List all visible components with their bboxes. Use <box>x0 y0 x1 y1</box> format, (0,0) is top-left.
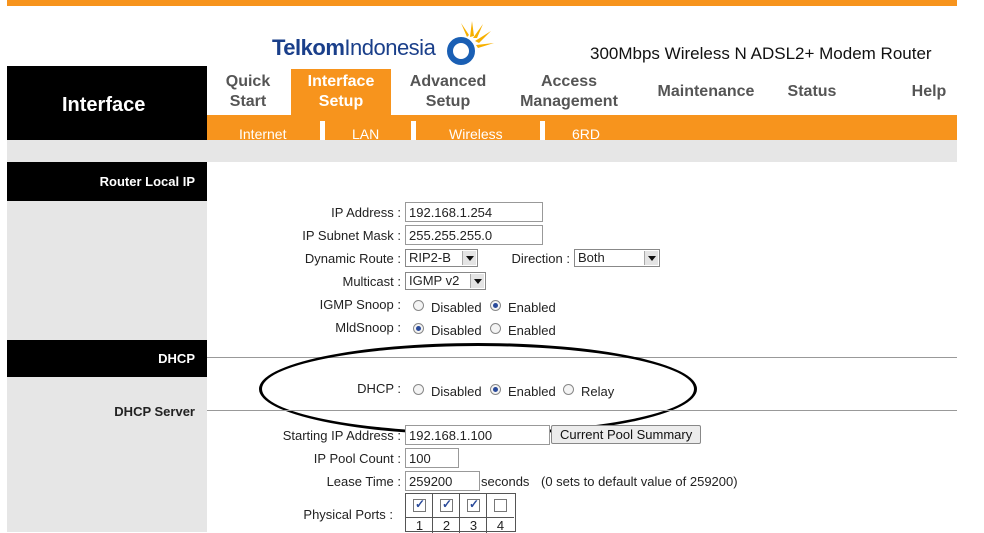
subtab-separator <box>411 121 416 140</box>
tab-label: Help <box>911 83 947 100</box>
section-heading-dhcp-server: DHCP Server <box>114 404 195 419</box>
dynamic-route-select[interactable]: RIP2-B <box>405 249 478 267</box>
telkom-logo: Telkom Indonesia <box>272 21 495 68</box>
product-name: 300Mbps Wireless N ADSL2+ Modem Router <box>590 44 932 63</box>
section-heading-dhcp: DHCP <box>7 340 207 377</box>
mld-snoop-disabled-radio[interactable] <box>413 323 424 334</box>
tab-label-line1: Advanced <box>409 73 487 90</box>
pool-count-label: IP Pool Count : <box>313 451 401 466</box>
highlight-ellipse <box>259 343 697 435</box>
top-accent-bar <box>7 0 957 6</box>
tab-quick-start[interactable]: Quick Start <box>210 69 286 115</box>
tab-label-line2: Setup <box>425 93 471 110</box>
mld-snoop-disabled-text: Disabled <box>431 323 482 338</box>
port-cell: 2 <box>433 494 460 533</box>
tab-label-line1: Quick <box>225 73 271 90</box>
physical-ports-table: 1 2 3 4 <box>405 493 516 533</box>
port-number: 4 <box>487 517 514 533</box>
direction-label: Direction : <box>511 251 570 266</box>
dynamic-route-label: Dynamic Route : <box>304 251 401 266</box>
chevron-down-icon <box>462 251 476 265</box>
nav-section-title: Interface <box>62 94 146 116</box>
logo-word-telkom: Telkom <box>272 35 345 60</box>
igmp-snoop-label: IGMP Snoop : <box>319 297 401 312</box>
port-number: 3 <box>460 517 487 533</box>
pool-count-input[interactable] <box>405 448 459 468</box>
tab-status[interactable]: Status <box>778 69 846 115</box>
dynamic-route-value: RIP2-B <box>409 250 451 265</box>
igmp-snoop-enabled-radio[interactable] <box>490 300 501 311</box>
port-cell: 4 <box>487 494 514 533</box>
multicast-label: Multicast : <box>342 274 401 289</box>
port-2-checkbox[interactable] <box>440 497 453 512</box>
tab-interface-setup[interactable]: Interface Setup <box>291 69 391 115</box>
tab-advanced-setup[interactable]: Advanced Setup <box>400 69 496 115</box>
subtab-separator <box>320 121 325 140</box>
ip-address-label: IP Address : <box>331 205 401 220</box>
igmp-snoop-disabled-text: Disabled <box>431 300 482 315</box>
chevron-down-icon <box>644 251 658 265</box>
subnet-mask-input[interactable] <box>405 225 543 245</box>
starting-ip-input[interactable] <box>405 425 550 445</box>
tab-access-management[interactable]: Access Management <box>512 69 626 115</box>
ip-address-input[interactable] <box>405 202 543 222</box>
tab-label-line1: Access <box>540 73 598 90</box>
port-number: 1 <box>406 517 433 533</box>
section-heading-router-local-ip: Router Local IP <box>7 162 207 201</box>
port-cell: 1 <box>406 494 433 533</box>
physical-ports-label: Physical Ports : <box>303 507 393 522</box>
lease-time-unit: seconds <box>481 474 530 489</box>
mld-snoop-enabled-radio[interactable] <box>490 323 501 334</box>
divider <box>207 410 957 411</box>
igmp-snoop-disabled-radio[interactable] <box>413 300 424 311</box>
igmp-snoop-enabled-text: Enabled <box>508 300 556 315</box>
tab-label-line2: Setup <box>318 93 364 110</box>
tab-label: Maintenance <box>657 83 755 100</box>
logo-word-indonesia: Indonesia <box>344 35 436 60</box>
subnet-mask-label: IP Subnet Mask : <box>302 228 401 243</box>
port-number: 2 <box>433 517 460 533</box>
port-4-checkbox[interactable] <box>494 499 507 512</box>
port-cell: 3 <box>460 494 487 533</box>
lease-time-hint: (0 sets to default value of 259200) <box>541 474 738 489</box>
subtab-separator <box>540 121 545 140</box>
tab-maintenance[interactable]: Maintenance <box>648 69 764 115</box>
chevron-down-icon <box>470 274 484 288</box>
mld-snoop-enabled-text: Enabled <box>508 323 556 338</box>
sun-ring-icon <box>447 21 495 65</box>
tab-label-line1: Interface <box>307 73 375 90</box>
port-1-checkbox[interactable] <box>413 497 426 512</box>
tab-label-line2: Management <box>520 93 618 110</box>
tab-label-line2: Start <box>229 93 267 110</box>
lease-time-input[interactable] <box>405 471 480 491</box>
starting-ip-label: Starting IP Address : <box>282 428 401 443</box>
multicast-value: IGMP v2 <box>409 273 460 288</box>
direction-select[interactable]: Both <box>574 249 660 267</box>
tab-label: Status <box>787 83 837 100</box>
tab-help[interactable]: Help <box>900 69 958 115</box>
multicast-select[interactable]: IGMP v2 <box>405 272 486 290</box>
direction-value: Both <box>578 250 605 265</box>
spacer-band <box>7 140 957 162</box>
mld-snoop-label: MldSnoop : <box>335 320 401 335</box>
port-3-checkbox[interactable] <box>467 497 480 512</box>
lease-time-label: Lease Time : <box>326 474 401 489</box>
current-pool-summary-button[interactable]: Current Pool Summary <box>551 425 702 444</box>
